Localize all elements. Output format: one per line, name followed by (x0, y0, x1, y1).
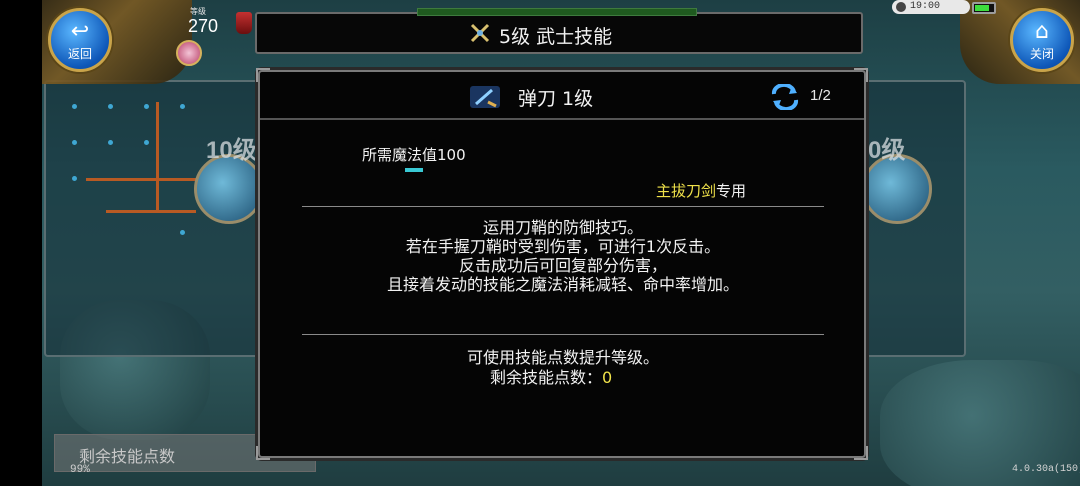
tree-node (72, 176, 77, 181)
description-line: 若在手握刀鞘时受到伤害，可进行1次反击。 (405, 237, 721, 256)
remaining-points-label: 剩余技能点数 (79, 447, 176, 466)
tree-node (180, 230, 185, 235)
tree-node (180, 104, 185, 109)
skill-name: 弹刀 1级 (518, 88, 594, 110)
gift-icon[interactable] (176, 40, 202, 66)
tree-node (144, 140, 149, 145)
skill-level-label-right: 0级 (868, 137, 906, 164)
home-icon: ⌂ (1035, 19, 1049, 44)
dialog-corner (256, 446, 270, 460)
page-switch-icon[interactable] (770, 84, 800, 110)
divider-bottom (302, 334, 824, 335)
letterbox-left (0, 0, 42, 486)
crossed-swords-icon (470, 23, 490, 43)
tree-node (72, 104, 77, 109)
remaining-points-text: 剩余技能点数： (490, 368, 603, 387)
potion-icon[interactable] (236, 12, 252, 34)
tree-connector (156, 102, 159, 212)
clock-icon (896, 2, 906, 12)
clock-text: 19:00 (910, 1, 941, 12)
description-line: 反击成功后可回复部分伤害， (458, 256, 667, 275)
weapon-requirement: 主拔刀剑专用 (656, 180, 746, 201)
tree-node (108, 140, 113, 145)
mp-requirement: 所需魔法值100 (362, 146, 466, 164)
description-line: 且接着发动的技能之魔法消耗减轻、命中率增加。 (386, 275, 739, 294)
battery-icon (972, 2, 996, 14)
tree-connector (86, 178, 206, 181)
skill-description: 运用刀鞘的防御技巧。 若在手握刀鞘时受到伤害，可进行1次反击。 反击成功后可回复… (302, 218, 824, 294)
device-status: 19:00 (892, 0, 1002, 18)
dialog-corner (854, 446, 868, 460)
clock: 19:00 (892, 0, 970, 14)
page-title: 5级 武士技能 (499, 26, 613, 48)
dialog-header: 弹刀 1级 1/2 (260, 72, 864, 120)
remaining-points: 剩余技能点数：0 (490, 364, 612, 388)
divider-top (302, 206, 824, 207)
page-indicator: 1/2 (810, 87, 831, 104)
back-button[interactable]: ↩ 返回 (48, 8, 112, 72)
player-level: 等级 270 (172, 2, 232, 38)
back-button-label: 返回 (67, 47, 92, 61)
weapon-type: 主拔刀剑 (655, 182, 716, 200)
tree-node (72, 140, 77, 145)
description-line: 运用刀鞘的防御技巧。 (482, 218, 643, 237)
tree-node (108, 104, 113, 109)
back-arrow-icon: ↩ (70, 19, 90, 44)
sword-skill-icon (470, 86, 500, 108)
loading-percent: 99% (70, 464, 90, 476)
version-label: 4.0.30a(150) (1012, 464, 1080, 475)
hp-bar (417, 8, 697, 16)
window-title-bar: 5级 武士技能 (255, 8, 863, 54)
tree-node (144, 104, 149, 109)
weapon-suffix: 专用 (715, 182, 746, 200)
tree-connector (106, 210, 196, 213)
mp-bar (405, 168, 423, 172)
close-button-label: 关闭 (1029, 47, 1054, 61)
close-button[interactable]: ⌂ 关闭 (1010, 8, 1074, 72)
level-value: 270 (188, 16, 219, 36)
skill-detail-dialog: 弹刀 1级 1/2 所需魔法值100 主拔刀剑专用 运用刀鞘的防御技巧。 若在手… (256, 68, 868, 460)
remaining-points-value: 0 (602, 368, 613, 387)
skill-level-label-left: 10级 (206, 137, 257, 164)
